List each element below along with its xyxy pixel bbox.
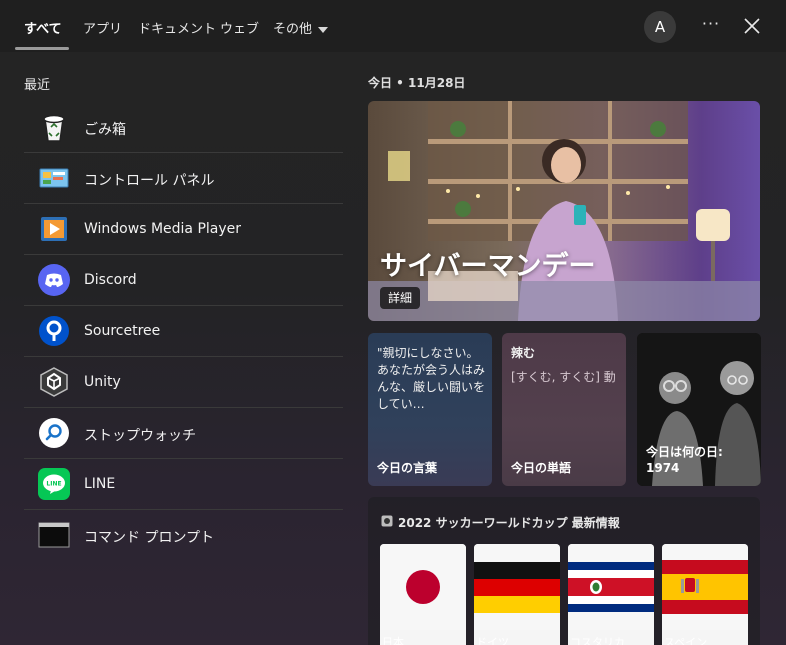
tab-documents[interactable]: ドキュメント — [138, 18, 216, 37]
command-prompt-icon — [38, 519, 70, 551]
word-card[interactable]: 辣む [すくむ, すくむ] 動 今日の単語 — [502, 333, 626, 486]
japan-flag — [380, 544, 466, 630]
more-options-button[interactable]: ··· — [698, 14, 724, 38]
hero-details-button[interactable]: 詳細 — [380, 287, 420, 309]
recent-item-label: Sourcetree — [84, 323, 161, 339]
recent-item-label: コントロール パネル — [84, 173, 215, 189]
quote-card-title: 今日の言葉 — [377, 461, 438, 475]
team-card-germany[interactable]: ドイツ — [474, 544, 560, 645]
worldcup-section: 2022 サッカーワールドカップ 最新情報 日本 ドイツ コスタリカ スペイン — [368, 497, 760, 645]
on-this-day-title: 今日は何の日: 1974 — [646, 445, 723, 475]
recent-item-command-prompt[interactable]: コマンド プロンプト — [24, 510, 343, 561]
media-player-icon — [38, 213, 70, 245]
control-panel-icon — [38, 162, 70, 194]
recent-item-label: ストップウォッチ — [84, 428, 196, 444]
team-name: 日本 — [382, 636, 404, 645]
team-card-costa-rica[interactable]: コスタリカ — [568, 544, 654, 645]
recent-item-unity[interactable]: Unity — [24, 357, 343, 408]
svg-text:LINE: LINE — [46, 481, 61, 488]
active-tab-indicator — [15, 47, 69, 50]
recycle-bin-icon — [38, 111, 70, 143]
recent-item-sourcetree[interactable]: Sourcetree — [24, 306, 343, 357]
soccer-icon — [381, 512, 393, 527]
word-card-title: 今日の単語 — [511, 461, 572, 475]
line-icon: LINE — [38, 468, 70, 500]
spain-flag — [662, 544, 748, 630]
tab-more[interactable]: その他 — [273, 18, 329, 37]
tab-apps[interactable]: アプリ — [83, 18, 122, 37]
recent-item-discord[interactable]: Discord — [24, 255, 343, 306]
recent-item-label: Unity — [84, 374, 121, 390]
recent-item-stopwatch[interactable]: ストップウォッチ — [24, 408, 343, 459]
hero-card[interactable]: サイバーマンデー 詳細 — [368, 101, 760, 321]
quote-text: "親切にしなさい。あなたが会う人はみんな、厳しい闘いをしてい… — [377, 346, 486, 411]
top-bar: すべて アプリ ドキュメント ウェブ その他 A ··· — [0, 0, 786, 52]
team-card-japan[interactable]: 日本 — [380, 544, 466, 645]
account-avatar[interactable]: A — [644, 11, 676, 43]
team-name: スペイン — [664, 636, 708, 645]
recent-heading: 最近 — [24, 78, 51, 93]
team-name: コスタリカ — [570, 636, 625, 645]
search-window: すべて アプリ ドキュメント ウェブ その他 A ··· 最近 ごみ箱 コントロ… — [0, 0, 786, 645]
hero-title: サイバーマンデー — [380, 251, 596, 282]
close-button[interactable] — [741, 15, 763, 37]
costa-rica-flag — [568, 544, 654, 630]
stopwatch-icon — [38, 417, 70, 449]
team-name: ドイツ — [476, 636, 509, 645]
tab-web[interactable]: ウェブ — [220, 18, 259, 37]
hero-image — [368, 101, 760, 321]
discord-icon — [38, 264, 70, 296]
recent-item-label: ごみ箱 — [84, 122, 126, 138]
chevron-down-icon — [318, 22, 329, 37]
team-card-spain[interactable]: スペイン — [662, 544, 748, 645]
recent-item-control-panel[interactable]: コントロール パネル — [24, 153, 343, 204]
recent-item-recycle-bin[interactable]: ごみ箱 — [24, 102, 343, 153]
germany-flag — [474, 544, 560, 630]
quote-card[interactable]: "親切にしなさい。あなたが会う人はみんな、厳しい闘いをしてい… 今日の言葉 — [368, 333, 492, 486]
tab-more-label: その他 — [273, 22, 313, 37]
recent-list: ごみ箱 コントロール パネル Windows Media Player Disc… — [24, 102, 343, 561]
on-this-day-card[interactable]: 今日は何の日: 1974 — [637, 333, 761, 486]
recent-item-label: Windows Media Player — [84, 221, 242, 237]
recent-item-label: コマンド プロンプト — [84, 530, 215, 546]
close-icon — [744, 18, 760, 34]
sourcetree-icon — [38, 315, 70, 347]
word-reading: [すくむ, すくむ] 動 — [511, 370, 616, 384]
recent-item-label: LINE — [84, 476, 116, 492]
today-header: 今日 • 11月28日 — [368, 76, 466, 90]
unity-icon — [38, 366, 70, 398]
recent-item-media-player[interactable]: Windows Media Player — [24, 204, 343, 255]
word-heading: 辣む — [511, 346, 536, 360]
tab-all[interactable]: すべて — [24, 18, 62, 37]
worldcup-title[interactable]: 2022 サッカーワールドカップ 最新情報 — [398, 514, 620, 531]
recent-item-line[interactable]: LINE LINE — [24, 459, 343, 510]
recent-item-label: Discord — [84, 272, 137, 288]
